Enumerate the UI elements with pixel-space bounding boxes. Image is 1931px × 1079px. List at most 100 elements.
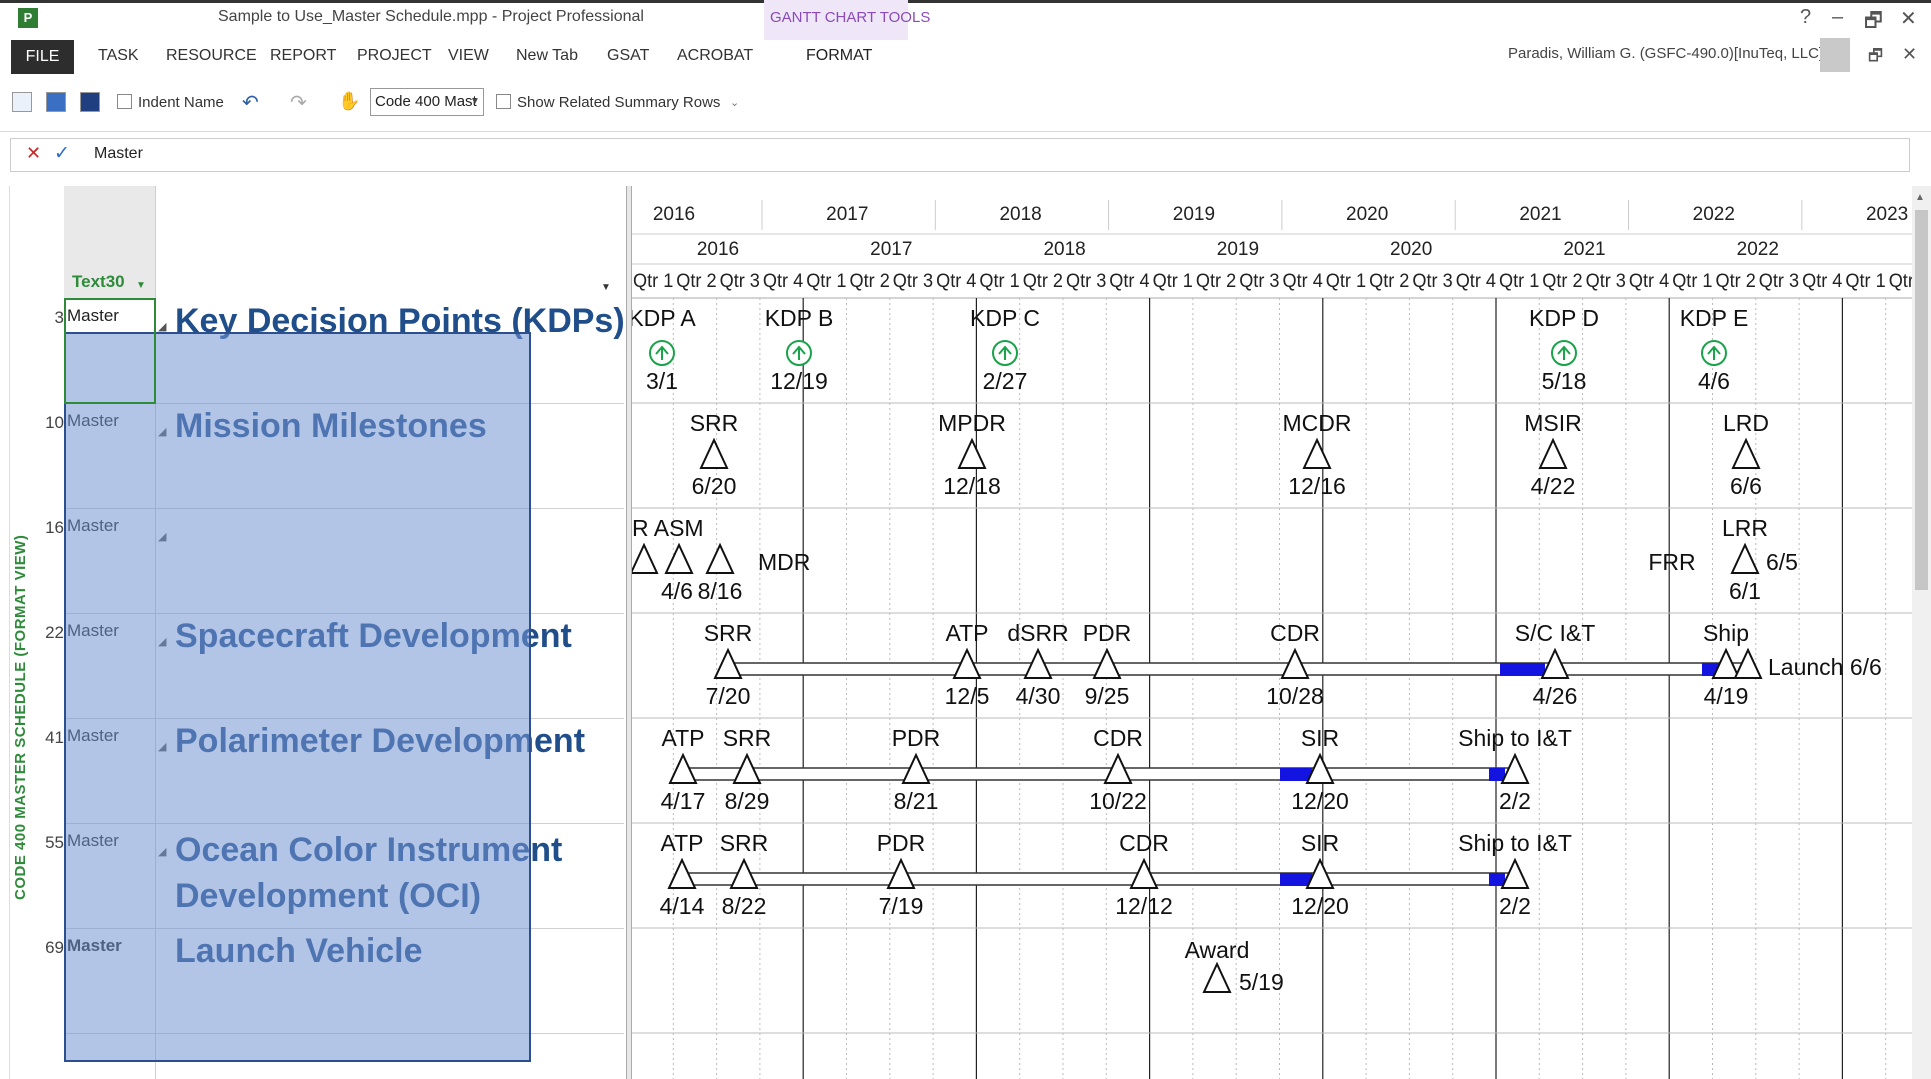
gantt-chart[interactable]: 2016 2017 2018 2019 2020 2021 2022 2023 2016 2017… xyxy=(632,186,1912,1079)
tab-resource[interactable]: RESOURCE xyxy=(166,47,257,65)
app-icon: P xyxy=(18,8,38,28)
name-column-filter-icon[interactable]: ▼ xyxy=(601,282,611,293)
timescale-quarter: Qtr 3 xyxy=(1412,271,1452,292)
timescale-quarter: Qtr 4 xyxy=(1283,271,1324,292)
indent-name-label: Indent Name xyxy=(138,94,224,111)
progress-100-icon[interactable] xyxy=(80,92,100,112)
review-date: 4/6 xyxy=(661,578,693,604)
timescale-quarter: Qtr 3 xyxy=(1239,271,1279,292)
timescale-quarter: Qtr 2 xyxy=(676,271,716,292)
timescale-quarter: Qtr 3 xyxy=(893,271,933,292)
row-id: 10 xyxy=(45,413,64,432)
row-id: 69 xyxy=(45,938,64,957)
oci-date: 2/2 xyxy=(1499,893,1531,919)
milestone-triangle xyxy=(664,542,694,574)
oci-label: SIR xyxy=(1301,830,1339,856)
indent-name-checkbox[interactable] xyxy=(117,94,132,109)
tab-format[interactable]: FORMAT xyxy=(806,47,872,65)
user-account[interactable]: Paradis, William G. (GSFC-490.0)[InuTeq,… xyxy=(1508,45,1823,62)
entry-field[interactable]: Master xyxy=(94,145,143,163)
mission-milestone-date: 12/16 xyxy=(1288,473,1346,499)
spacecraft-label: SRR xyxy=(704,620,753,646)
oci-date: 4/14 xyxy=(660,893,705,919)
cancel-entry-icon[interactable]: ✕ xyxy=(26,143,41,164)
timescale-year-mid: 2018 xyxy=(1043,239,1085,260)
spacecraft-date: 4/19 xyxy=(1704,683,1749,709)
tab-gsat[interactable]: GSAT xyxy=(607,47,649,65)
milestone-triangle xyxy=(957,437,987,469)
help-button[interactable]: ? xyxy=(1800,6,1811,29)
chevron-down-icon[interactable]: ▼ xyxy=(470,96,480,107)
review-label: 6/5 xyxy=(1766,549,1798,575)
code-field-select[interactable]: Code 400 Mast xyxy=(370,88,484,116)
window-title: Sample to Use_Master Schedule.mpp - Proj… xyxy=(218,8,644,25)
close-button[interactable]: ✕ xyxy=(1900,6,1917,31)
mission-milestone-date: 6/20 xyxy=(692,473,737,499)
tab-task[interactable]: TASK xyxy=(98,47,139,65)
vertical-scrollbar[interactable]: ▲ xyxy=(1912,186,1931,1079)
timescale-year-mid: 2019 xyxy=(1217,239,1259,260)
toolbar-more-icon[interactable]: ⌄ xyxy=(730,96,739,109)
oci-label: SRR xyxy=(720,830,769,856)
progress-0-icon[interactable] xyxy=(46,92,66,112)
tab-report[interactable]: REPORT xyxy=(270,47,336,65)
polarimeter-label: PDR xyxy=(892,725,941,751)
undo-icon[interactable]: ↶ xyxy=(242,90,259,115)
context-group-label: GANTT CHART TOOLS xyxy=(770,9,931,26)
tab-new-tab[interactable]: New Tab xyxy=(516,47,578,65)
mission-milestone-label: MPDR xyxy=(938,410,1006,436)
kdp-date: 5/18 xyxy=(1542,368,1587,394)
review-label: R ASM xyxy=(632,515,704,541)
ribbon-restore-icon[interactable]: 🗗 xyxy=(1868,45,1883,72)
spacecraft-date: 10/28 xyxy=(1266,683,1324,709)
polarimeter-bar xyxy=(682,767,1516,781)
kdp-date: 2/27 xyxy=(983,368,1028,394)
timescale-quarter: Qtr 2 xyxy=(1542,271,1582,292)
mission-milestone-date: 4/22 xyxy=(1531,473,1576,499)
row-id: 16 xyxy=(45,518,64,537)
spacecraft-label: Ship xyxy=(1703,620,1749,646)
column-filter-icon[interactable]: ▼ xyxy=(136,280,146,291)
cell-selection xyxy=(64,332,531,1062)
hand-icon[interactable]: ✋ xyxy=(338,91,360,112)
minimize-button[interactable]: – xyxy=(1832,6,1843,29)
oci-date: 12/12 xyxy=(1115,893,1173,919)
show-summary-checkbox[interactable] xyxy=(496,94,511,109)
active-cell[interactable] xyxy=(64,298,156,404)
timescale-year-top: 2019 xyxy=(1173,204,1215,225)
timescale-year-mid: 2022 xyxy=(1737,239,1779,260)
restore-button[interactable]: 🗗 xyxy=(1864,6,1883,40)
timescale-quarter: Qtr 3 xyxy=(1759,271,1799,292)
gantt-svg: 2016 2017 2018 2019 2020 2021 2022 2023 2016 2017… xyxy=(632,186,1912,1079)
spacecraft-date: 4/26 xyxy=(1533,683,1578,709)
ribbon-close-icon[interactable]: ✕ xyxy=(1902,44,1917,65)
review-label: LRR xyxy=(1722,515,1768,541)
progress-bar-fill xyxy=(1489,873,1505,886)
timescale-year-top: 2020 xyxy=(1346,204,1388,225)
milestone-triangle xyxy=(705,542,735,574)
show-summary-label: Show Related Summary Rows xyxy=(517,94,721,111)
spacecraft-bar xyxy=(727,662,1749,676)
tab-project[interactable]: PROJECT xyxy=(357,47,432,65)
redo-icon[interactable]: ↷ xyxy=(290,90,307,115)
spacecraft-label: S/C I&T xyxy=(1515,620,1596,646)
spacecraft-date: 4/30 xyxy=(1016,683,1061,709)
scroll-thumb[interactable] xyxy=(1915,210,1928,590)
timescale-quarter: Qtr 3 xyxy=(1586,271,1626,292)
timescale-quarter: Qtr 2 xyxy=(1369,271,1409,292)
project-window: P Sample to Use_Master Schedule.mpp - Pr… xyxy=(0,0,1931,1079)
tab-file[interactable]: FILE xyxy=(11,40,74,74)
gantt-chart-wizard-icon[interactable] xyxy=(12,92,32,112)
spacecraft-label: Launch 6/6 xyxy=(1768,654,1882,680)
timescale-quarter: Qtr 4 xyxy=(1629,271,1670,292)
oci-label: PDR xyxy=(877,830,926,856)
milestone-triangle xyxy=(1731,437,1761,469)
milestone-triangle xyxy=(1302,437,1332,469)
confirm-entry-icon[interactable]: ✓ xyxy=(54,142,70,165)
tab-acrobat[interactable]: ACROBAT xyxy=(677,47,753,65)
spacecraft-label: dSRR xyxy=(1007,620,1068,646)
tab-view[interactable]: VIEW xyxy=(448,47,489,65)
timescale-year-top: 2022 xyxy=(1693,204,1735,225)
avatar[interactable] xyxy=(1820,38,1850,72)
milestone-triangle xyxy=(1538,437,1568,469)
